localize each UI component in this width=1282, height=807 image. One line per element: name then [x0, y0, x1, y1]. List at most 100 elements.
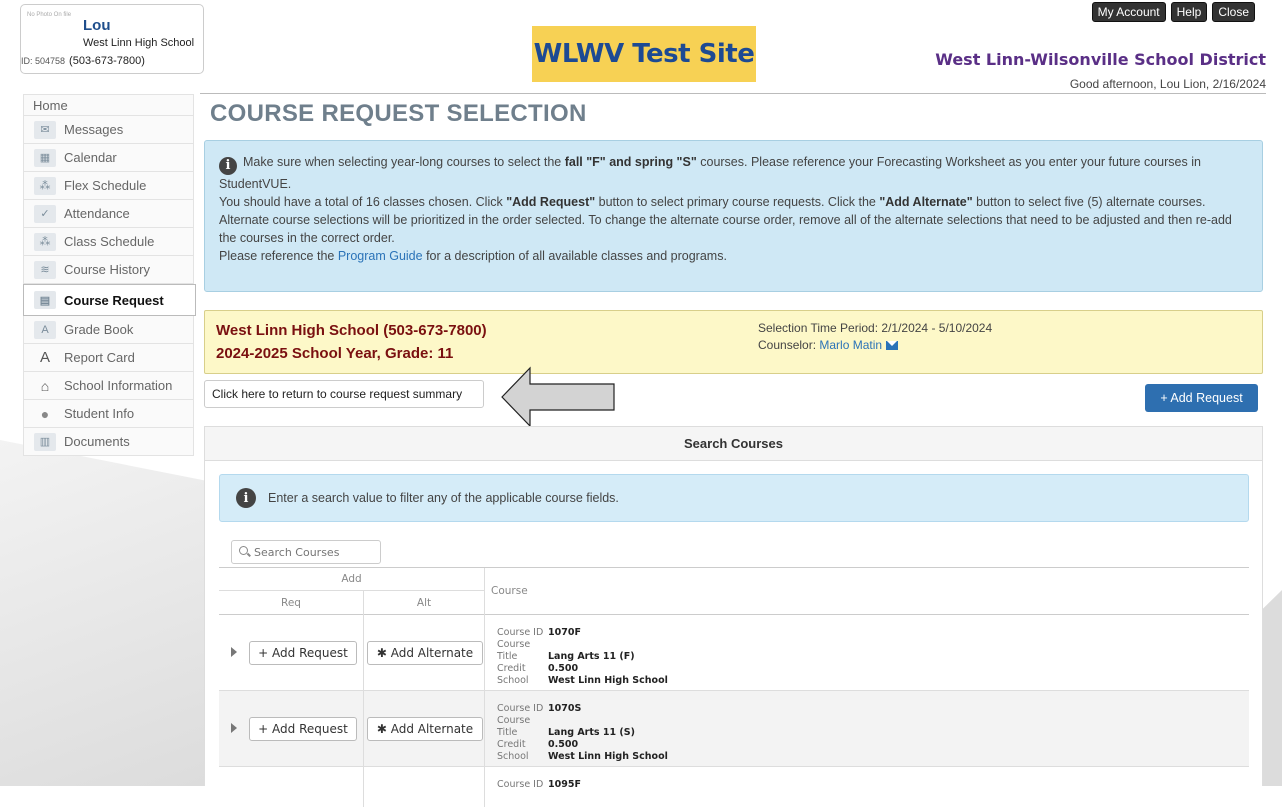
- search-hint: i Enter a search value to filter any of …: [219, 474, 1249, 522]
- student-school: West Linn High School: [83, 37, 195, 49]
- label-school: School: [497, 675, 529, 686]
- table-row: Course ID 1095F: [219, 767, 1249, 807]
- sidebar-item-report-card[interactable]: A Report Card: [23, 344, 194, 372]
- help-button[interactable]: Help: [1170, 2, 1208, 22]
- sidebar-item-school-information[interactable]: ⌂ School Information: [23, 372, 194, 400]
- sidebar-item-course-request[interactable]: ▤ Course Request: [23, 284, 196, 316]
- add-request-row-button[interactable]: + Add Request: [249, 641, 357, 665]
- sidebar-item-documents[interactable]: ▥ Documents: [23, 428, 194, 456]
- add-request-row-button[interactable]: + Add Request: [249, 717, 357, 741]
- header-divider: [200, 93, 1266, 94]
- add-alternate-row-button[interactable]: ✱ Add Alternate: [367, 717, 483, 741]
- student-id: ID: 504758 (503-673-7800): [21, 55, 145, 67]
- info-text: Please reference the: [219, 249, 338, 263]
- flex-schedule-icon: ⁂: [34, 176, 56, 195]
- info-text: You should have a total of 16 classes ch…: [219, 195, 507, 209]
- search-input[interactable]: [231, 540, 381, 564]
- course-id: 1095F: [548, 779, 581, 790]
- student-info-icon: ●: [40, 405, 50, 422]
- course-history-icon: ≋: [34, 260, 56, 279]
- sidebar-item-attendance[interactable]: ✓ Attendance: [23, 200, 194, 228]
- alt-cell: [364, 767, 485, 807]
- course-title: Lang Arts 11 (F): [548, 651, 635, 662]
- sidebar-item-label: Class Schedule: [64, 234, 155, 249]
- info-text: button to select primary course requests…: [595, 195, 880, 209]
- course-school: West Linn High School: [548, 675, 668, 686]
- course-credit: 0.500: [548, 739, 579, 750]
- table-row: + Add Request ✱ Add Alternate Course ID 1…: [219, 691, 1249, 767]
- add-alternate-row-button[interactable]: ✱ Add Alternate: [367, 641, 483, 665]
- sidebar-item-label: Messages: [64, 122, 124, 137]
- program-guide-link[interactable]: Program Guide: [338, 249, 423, 263]
- background-shape: [0, 440, 210, 786]
- sidebar-item-label: Course Request: [64, 292, 164, 308]
- header-add: Add: [219, 568, 485, 591]
- course-table: Add Req Alt Course + Add Request ✱ Add A…: [219, 567, 1249, 807]
- counselor-label: Counselor:: [758, 338, 820, 352]
- search-courses-panel: Search Courses i Enter a search value to…: [204, 426, 1263, 807]
- sidebar: Home ✉ Messages ▦ Calendar ⁂ Flex Schedule …: [23, 94, 196, 456]
- report-card-icon: A: [39, 349, 50, 366]
- sidebar-item-flex-schedule[interactable]: ⁂ Flex Schedule: [23, 172, 194, 200]
- sidebar-item-label: Calendar: [64, 150, 117, 165]
- label-course-id: Course ID: [497, 779, 544, 790]
- sidebar-item-label: Course History: [64, 262, 150, 277]
- add-request-button[interactable]: + Add Request: [1145, 384, 1258, 412]
- sidebar-item-label: School Information: [64, 378, 173, 393]
- course-info: Course ID 1070S Course Title Lang Arts 11 …: [497, 703, 668, 763]
- messages-icon: ✉: [34, 120, 56, 139]
- search-courses-header: Search Courses: [205, 427, 1262, 461]
- sidebar-item-label: Student Info: [64, 406, 135, 421]
- sidebar-item-messages[interactable]: ✉ Messages: [23, 116, 194, 144]
- course-info: Course ID 1070F Course Title Lang Arts 11 …: [497, 627, 668, 687]
- sidebar-item-student-info[interactable]: ● Student Info: [23, 400, 194, 428]
- header-course: Course: [491, 585, 528, 597]
- header-alt: Alt: [364, 591, 485, 615]
- sidebar-item-course-history[interactable]: ≋ Course History: [23, 256, 194, 284]
- envelope-icon[interactable]: [886, 341, 899, 350]
- top-buttons: My Account Help Close: [1091, 2, 1255, 22]
- instructions-box: i Make sure when selecting year-long cour…: [204, 140, 1263, 292]
- calendar-icon: ▦: [34, 148, 56, 167]
- school-name: West Linn High School (503-673-7800): [216, 322, 487, 339]
- expand-arrow-icon[interactable]: [231, 723, 237, 733]
- attendance-icon: ✓: [34, 204, 56, 223]
- table-row: + Add Request ✱ Add Alternate Course ID 1…: [219, 615, 1249, 691]
- close-button[interactable]: Close: [1212, 2, 1255, 22]
- selection-period: Selection Time Period: 2/1/2024 - 5/10/2…: [758, 321, 993, 335]
- school-information-icon: ⌂: [40, 377, 50, 394]
- sidebar-item-label: Flex Schedule: [64, 178, 147, 193]
- return-to-summary-button[interactable]: Click here to return to course request s…: [204, 380, 484, 408]
- my-account-button[interactable]: My Account: [1091, 2, 1166, 22]
- student-phone: (503-673-7800): [69, 55, 145, 67]
- class-schedule-icon: ⁂: [34, 232, 56, 251]
- counselor-link[interactable]: Marlo Matin: [819, 338, 882, 352]
- sidebar-item-label: Home: [33, 97, 68, 113]
- left-arrow-annotation: [501, 366, 615, 428]
- student-name: Lou: [83, 17, 111, 34]
- info-bold: fall "F" and spring "S": [564, 155, 697, 169]
- label-course-id: Course ID: [497, 703, 544, 714]
- course-title: Lang Arts 11 (S): [548, 727, 635, 738]
- sidebar-item-label: Grade Book: [64, 322, 134, 337]
- sidebar-item-home[interactable]: Home: [23, 94, 194, 116]
- course-info: Course ID 1095F: [497, 779, 581, 791]
- site-logo: WLWV Test Site: [532, 26, 756, 82]
- district-name: West Linn-Wilsonville School District: [935, 50, 1266, 69]
- school-year: 2024-2025 School Year, Grade: 11: [216, 345, 454, 362]
- table-header: Add Req Alt Course: [219, 567, 1249, 615]
- sidebar-item-grade-book[interactable]: A Grade Book: [23, 316, 194, 344]
- sidebar-item-calendar[interactable]: ▦ Calendar: [23, 144, 194, 172]
- expand-arrow-icon[interactable]: [231, 647, 237, 657]
- info-icon: i: [219, 157, 237, 175]
- page-title: COURSE REQUEST SELECTION: [210, 100, 587, 127]
- label-school: School: [497, 751, 529, 762]
- documents-icon: ▥: [34, 432, 56, 451]
- info-text: Make sure when selecting year-long cours…: [243, 155, 565, 169]
- course-school: West Linn High School: [548, 751, 668, 762]
- sidebar-item-label: Attendance: [64, 206, 130, 221]
- label-credit: Credit: [497, 663, 526, 674]
- student-photo: No Photo On file: [27, 12, 72, 18]
- course-request-icon: ▤: [34, 291, 56, 309]
- sidebar-item-class-schedule[interactable]: ⁂ Class Schedule: [23, 228, 194, 256]
